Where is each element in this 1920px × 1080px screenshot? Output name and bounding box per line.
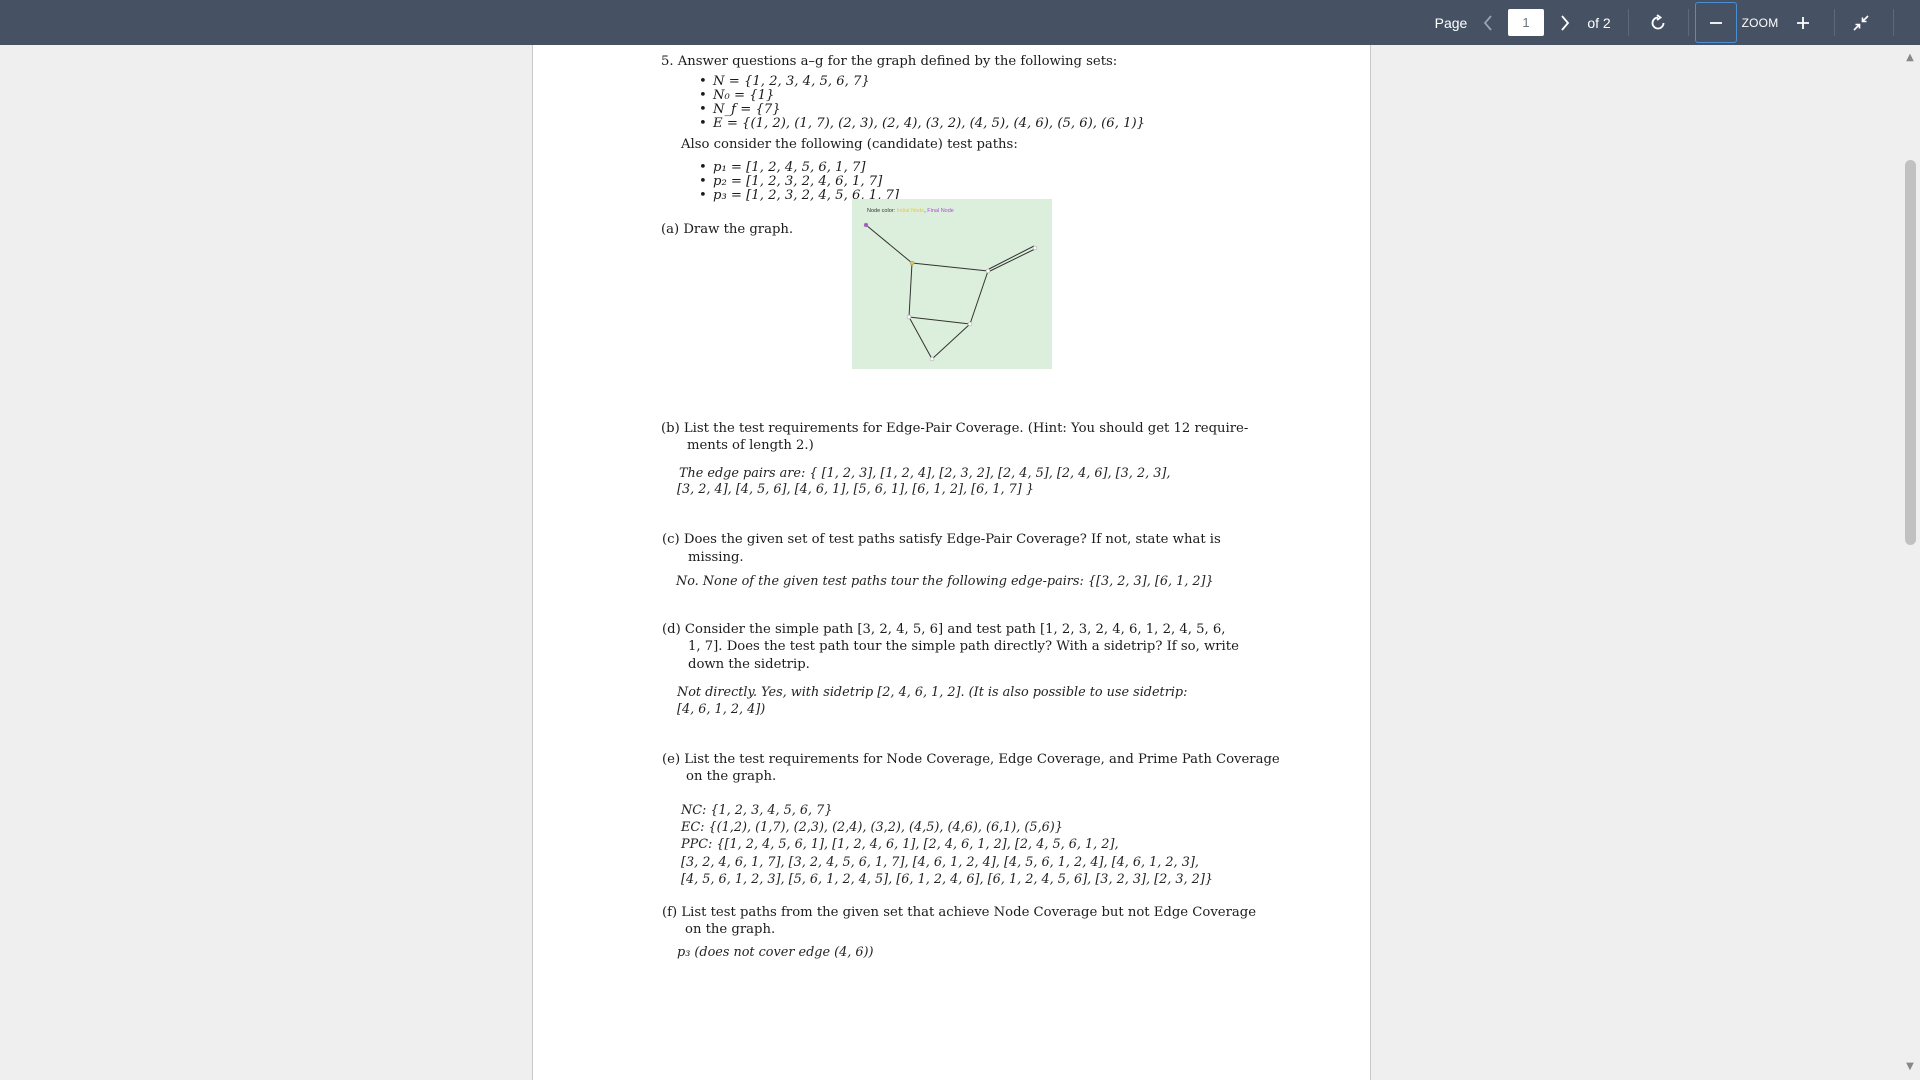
exit-fullscreen-button[interactable]: [1849, 0, 1873, 45]
node-4: [967, 321, 973, 327]
toolbar-divider: [1688, 9, 1689, 36]
graph-figure: Node color: Initial Node, Final Node: [852, 199, 1052, 369]
set-item: E = {(1, 2), (1, 7), (2, 3), (2, 4), (3,…: [699, 115, 1145, 132]
chevron-right-icon: [1561, 14, 1570, 31]
legend-separator: ,: [924, 208, 926, 214]
part-f-question: (f) List test paths from the given set t…: [662, 905, 1257, 920]
node-5: [929, 356, 935, 362]
edge-1-7: [865, 224, 913, 264]
edge-4-6: [908, 316, 971, 325]
toolbar-divider: [1628, 9, 1629, 36]
edge-4-5: [931, 323, 971, 360]
also-consider: Also consider the following (candidate) …: [681, 137, 1018, 152]
next-page-button[interactable]: [1555, 0, 1575, 45]
node-6: [906, 314, 912, 320]
part-f-answer: p₃ (does not cover edge (4, 6)): [677, 945, 874, 960]
node-7: [863, 222, 869, 228]
part-b-answer: [3, 2, 4], [4, 5, 6], [4, 6, 1], [5, 6, …: [677, 482, 1034, 497]
part-d-question: down the sidetrip.: [688, 657, 810, 672]
chevron-left-icon: [1483, 14, 1492, 31]
pdf-toolbar: Page of 2 ZOOM: [0, 0, 1920, 45]
toolbar-divider: [1834, 9, 1835, 36]
edge-2-4: [969, 270, 989, 325]
edge-1-2: [911, 262, 989, 272]
part-f-question: on the graph.: [685, 922, 776, 937]
graph-legend: Node color: Initial Node, Final Node: [867, 208, 954, 214]
edge-5-6: [908, 316, 933, 360]
part-c-question: missing.: [688, 550, 744, 565]
toolbar-divider: [1893, 9, 1894, 36]
part-d-question: (d) Consider the simple path [3, 2, 4, 5…: [662, 622, 1226, 637]
zoom-in-button[interactable]: [1792, 0, 1814, 45]
part-b-answer: The edge pairs are: { [1, 2, 3], [1, 2, …: [679, 466, 1171, 481]
node-2: [985, 268, 991, 274]
scroll-down-icon[interactable]: ▼: [1903, 1062, 1917, 1072]
edge-3-2: [988, 245, 1035, 270]
part-e-ppc: [4, 5, 6, 1, 2, 3], [5, 6, 1, 2, 4, 5], …: [681, 872, 1213, 887]
page-number-input[interactable]: [1508, 9, 1544, 36]
page-total: of 2: [1587, 14, 1611, 31]
node-1: [909, 260, 915, 266]
part-e-question: (e) List the test requirements for Node …: [662, 752, 1280, 767]
part-e-ppc: [3, 2, 4, 6, 1, 7], [3, 2, 4, 5, 6, 1, 7…: [681, 855, 1199, 870]
part-c-answer: No. None of the given test paths tour th…: [676, 574, 1214, 589]
rotate-button[interactable]: [1646, 0, 1670, 45]
legend-prefix: Node color:: [867, 208, 896, 214]
graph-drawing: [863, 222, 1038, 362]
edge-2-3: [987, 248, 1036, 273]
prev-page-button[interactable]: [1478, 0, 1498, 45]
rotate-icon: [1651, 13, 1665, 29]
part-b-question: ments of length 2.): [687, 438, 814, 453]
part-d-answer: [4, 6, 1, 2, 4]): [677, 702, 766, 717]
scroll-up-icon[interactable]: ▲: [1903, 53, 1917, 63]
zoom-out-icon-wrap[interactable]: [1705, 0, 1727, 45]
question-intro: 5. Answer questions a–g for the graph de…: [661, 54, 1118, 69]
legend-final-node: Final Node: [927, 208, 954, 214]
part-e-nc: NC: {1, 2, 3, 4, 5, 6, 7}: [681, 803, 833, 818]
edge-6-1: [908, 262, 913, 318]
page-label: Page: [1434, 14, 1468, 31]
plus-icon: [1797, 16, 1809, 29]
node-3: [1032, 245, 1038, 251]
part-d-question: 1, 7]. Does the test path tour the simpl…: [688, 639, 1239, 654]
part-e-ppc: PPC: {[1, 2, 4, 5, 6, 1], [1, 2, 4, 6, 1…: [681, 837, 1119, 852]
part-e-ec: EC: {(1,2), (1,7), (2,3), (2,4), (3,2), …: [681, 820, 1063, 835]
part-a: (a) Draw the graph.: [661, 222, 794, 237]
legend-initial-node: Initial Node: [896, 208, 925, 214]
part-b-question: (b) List the test requirements for Edge-…: [661, 421, 1249, 436]
part-d-answer: Not directly. Yes, with sidetrip [2, 4, …: [677, 685, 1188, 700]
zoom-label: ZOOM: [1741, 15, 1779, 30]
part-e-question: on the graph.: [686, 769, 777, 784]
collapse-icon: [1853, 14, 1869, 31]
part-c-question: (c) Does the given set of test paths sat…: [662, 532, 1221, 547]
minus-icon: [1710, 21, 1722, 24]
scrollbar-thumb[interactable]: [1905, 160, 1916, 545]
